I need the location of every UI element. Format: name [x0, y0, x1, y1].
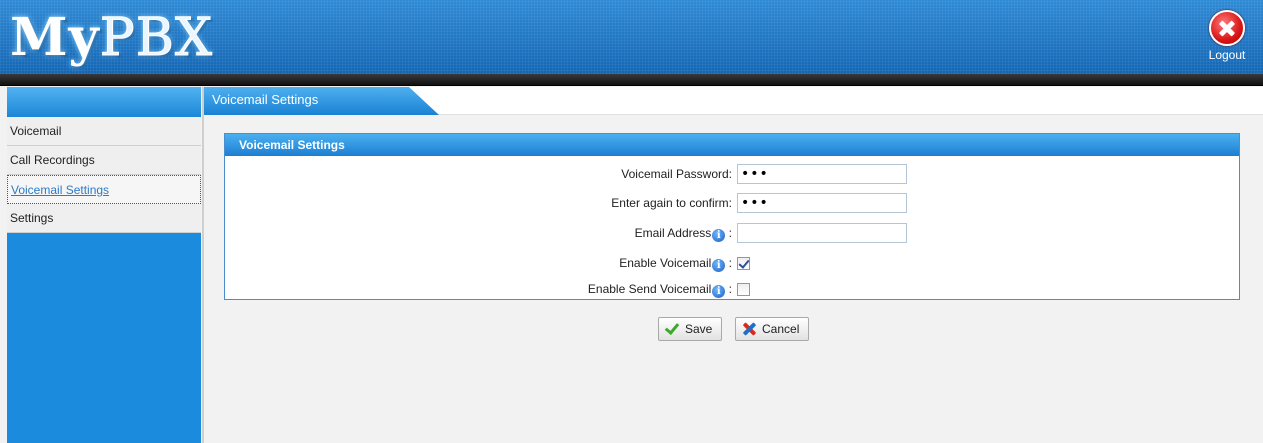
enable-voicemail-row: Enable Voicemail i : [225, 253, 1239, 275]
email-label: Email Address [634, 226, 712, 240]
confirm-row: Enter again to confirm: ••• [225, 193, 1239, 215]
panel-title: Voicemail Settings [225, 134, 1239, 156]
logo-my-text: My [10, 7, 100, 68]
password-label: Voicemail Password: [621, 167, 732, 181]
sidebar-header [7, 87, 201, 117]
tab-bar: Voicemail Settings [204, 87, 1263, 115]
info-icon[interactable]: i [712, 285, 726, 298]
checkmark-icon [665, 322, 679, 336]
confirm-label: Enter again to confirm: [611, 196, 732, 210]
cancel-button[interactable]: Cancel [735, 317, 809, 341]
save-button[interactable]: Save [658, 317, 722, 341]
logout-button[interactable]: Logout [1199, 10, 1255, 62]
colon: : [728, 282, 732, 296]
voicemail-settings-panel: Voicemail Settings Voicemail Password: •… [224, 133, 1240, 300]
info-icon[interactable]: i [712, 229, 726, 242]
sidebar: Voicemail Call Recordings Voicemail Sett… [7, 87, 201, 443]
tab-voicemail-settings[interactable]: Voicemail Settings [204, 87, 439, 115]
x-icon [742, 322, 756, 336]
logo-pbx-text: PBX [99, 8, 214, 69]
email-label-wrap: Email Address i : [225, 223, 1239, 243]
info-icon[interactable]: i [712, 259, 726, 272]
sidebar-divider [202, 87, 204, 443]
enable-label-wrap: Enable Voicemail i : [225, 253, 1239, 273]
sidebar-item-settings[interactable]: Settings [7, 204, 201, 233]
enable-voicemail-checkbox[interactable] [737, 257, 750, 270]
confirm-password-input[interactable]: ••• [737, 193, 907, 213]
email-row: Email Address i : [225, 223, 1239, 245]
logout-icon[interactable] [1209, 10, 1245, 46]
enable-send-voicemail-label: Enable Send Voicemail [587, 282, 712, 296]
logout-label[interactable]: Logout [1199, 48, 1255, 62]
password-row: Voicemail Password: ••• [225, 164, 1239, 186]
colon: : [728, 256, 732, 270]
cancel-label: Cancel [762, 322, 800, 336]
save-label: Save [685, 322, 713, 336]
header-divider-bar [0, 74, 1263, 86]
enable-send-voicemail-checkbox[interactable] [737, 283, 750, 296]
colon: : [728, 226, 732, 240]
sidebar-item-voicemail-settings[interactable]: Voicemail Settings [7, 175, 201, 204]
sidebar-item-voicemail[interactable]: Voicemail [7, 117, 201, 146]
enable-send-voicemail-row: Enable Send Voicemail i : [225, 279, 1239, 301]
enable-voicemail-label: Enable Voicemail [619, 256, 712, 270]
email-address-input[interactable] [737, 223, 907, 243]
top-header: MyPBX Logout [0, 0, 1263, 74]
voicemail-password-input[interactable]: ••• [737, 164, 907, 184]
mypbx-logo: MyPBX [10, 7, 214, 69]
sidebar-item-call-recordings[interactable]: Call Recordings [7, 146, 201, 175]
send-label-wrap: Enable Send Voicemail i : [225, 279, 1239, 299]
